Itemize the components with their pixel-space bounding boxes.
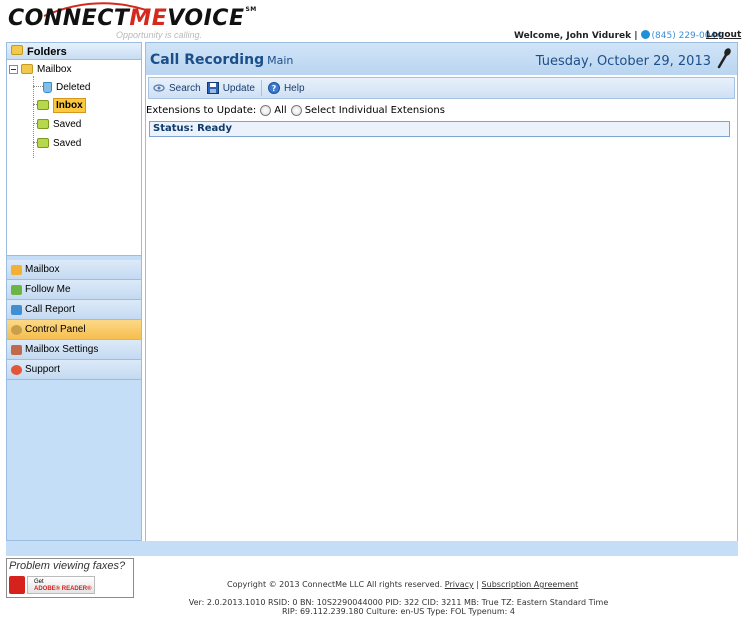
tree-node-deleted[interactable]: Deleted [43,79,90,95]
tree-node-saved[interactable]: Saved [37,135,81,151]
folders-header: Folders [7,43,141,60]
mailbox-settings-icon [11,344,22,355]
tree-connector [33,76,34,158]
sidebar-item-label: Follow Me [25,284,71,295]
search-icon [153,84,165,92]
logo-me: ME [129,6,168,31]
folder-icon [11,45,23,55]
toolbar-divider [260,80,262,96]
sidebar-item-label: Mailbox [25,264,60,275]
adobe-icon [9,576,25,594]
get-adobe-reader-badge[interactable]: Get ADOBE® READER® [27,576,95,594]
follow-me-icon [11,284,22,295]
sidebar-item-control-panel[interactable]: Control Panel [7,320,141,340]
sidebar-item-label: Support [25,364,61,375]
all-radio[interactable] [260,105,272,116]
individual-radio[interactable] [290,105,302,116]
sidebar-item-mailbox-settings[interactable]: Mailbox Settings [7,340,141,360]
folder-icon [37,119,49,129]
search-label: Search [169,82,201,94]
tree-node-label: Deleted [56,81,91,93]
save-icon [206,82,219,94]
toolbar: Search Update ? Help [148,77,735,99]
folder-icon [21,64,33,74]
logo-connect: CONNECT [8,6,130,31]
all-radio-label[interactable]: All [274,105,286,116]
footer-divider: | [476,580,479,589]
search-button[interactable]: Search [153,82,201,94]
bottom-strip [6,541,738,556]
tree-node-inbox[interactable]: Inbox [37,97,86,113]
collapse-icon[interactable] [9,64,18,74]
welcome-text: Welcome, John Vidurek | (845) 229-0044 [514,30,722,41]
sidebar-item-follow-me[interactable]: Follow Me [7,280,141,300]
sidebar-item-label: Call Report [25,304,76,315]
help-label: Help [283,82,305,94]
folder-icon [37,100,49,110]
tree-node-mailbox[interactable]: Mailbox [9,61,71,77]
header: CONNECTMEVOICESM Opportunity is calling.… [0,0,750,42]
version-info: RIP: 69.112.239.180 Culture: en-US Type:… [281,607,515,616]
svg-text:?: ? [272,84,277,93]
tree-connector [33,86,43,87]
folders-title: Folders [27,46,67,58]
microphone-icon [717,48,731,69]
tree-node-label: Saved [53,137,82,149]
copyright: Copyright © 2013 ConnectMe LLC All right… [227,580,578,589]
page-title-text: Call Recording [150,52,265,68]
tree-node-label: Inbox [53,97,86,113]
support-icon [11,364,22,375]
mailbox-icon [11,264,22,275]
update-label: Update [222,82,255,94]
sidebar: Folders Mailbox Deleted Inbox Saved Save… [6,42,142,541]
privacy-link[interactable]: Privacy [445,580,474,589]
adobe-reader-box[interactable]: Problem viewing faxes? Get ADOBE® READER… [6,558,134,598]
tree-node-label: Saved [53,118,82,130]
logo-voice: VOICE [167,6,245,31]
sidebar-item-mailbox[interactable]: Mailbox [7,260,141,280]
sidebar-item-support[interactable]: Support [7,360,141,380]
call-report-icon [11,304,22,315]
control-panel-icon [11,324,22,335]
copyright-text: Copyright © 2013 ConnectMe LLC All right… [227,580,443,589]
help-icon: ? [267,82,280,94]
version-info: Ver: 2.0.2013.1010 RSID: 0 BN: 10S229004… [188,598,609,607]
folder-icon [37,138,49,148]
extensions-label: Extensions to Update: [146,105,257,116]
folder-tree: Mailbox Deleted Inbox Saved Saved [7,60,141,256]
sidebar-item-label: Mailbox Settings [25,344,99,355]
page-date: Tuesday, October 29, 2013 [535,54,711,69]
subscription-agreement-link[interactable]: Subscription Agreement [482,580,579,589]
page-subtitle: Main [267,54,294,67]
adobe-reader-label: ADOBE® READER® [34,586,92,592]
welcome-label: Welcome, John Vidurek | [514,31,638,41]
title-bar: Call Recording Main Tuesday, October 29, … [146,43,737,75]
individual-radio-label[interactable]: Select Individual Extensions [305,105,445,116]
tagline: Opportunity is calling. [116,30,203,40]
adobe-get-label: Get [34,579,44,585]
tree-node-label: Mailbox [37,63,72,75]
page-title: Call Recording Main [150,52,293,68]
sidebar-item-label: Control Panel [25,324,86,335]
sidebar-item-call-report[interactable]: Call Report [7,300,141,320]
phone-icon [640,30,650,39]
status-bar: Status: Ready [149,121,730,137]
tree-node-saved[interactable]: Saved [37,116,81,132]
update-button[interactable]: Update [206,82,255,94]
logo: CONNECTMEVOICESM [8,6,257,31]
help-button[interactable]: ? Help [267,82,305,94]
adobe-prompt: Problem viewing faxes? [9,560,126,572]
sidebar-nav: Mailbox Follow Me Call Report Control Pa… [7,260,141,380]
main-panel: Call Recording Main Tuesday, October 29, … [145,42,738,542]
logo-sm: SM [245,6,257,13]
extensions-row: Extensions to Update: All Select Individ… [146,105,445,116]
trash-icon [43,81,52,93]
logout-link[interactable]: Logout [706,30,741,40]
